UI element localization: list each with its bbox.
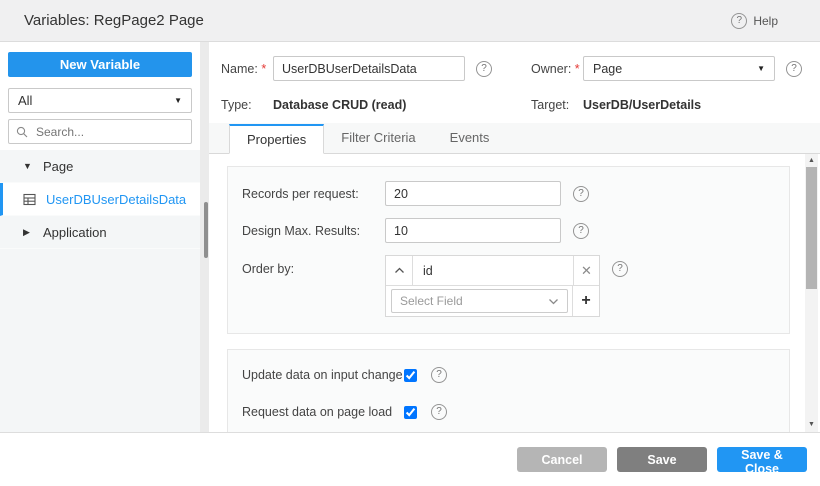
tree-item-variable-selected[interactable]: UserDBUserDetailsData xyxy=(0,183,200,216)
records-help-icon[interactable] xyxy=(573,186,589,202)
owner-value: Page xyxy=(593,62,622,76)
content-scrollbar[interactable]: ▲ ▼ xyxy=(805,154,818,432)
variable-header-form: Name: * Owner: * Page ▼ xyxy=(209,42,820,112)
chevron-down-icon: ▼ xyxy=(757,65,765,73)
name-field-group: Name: * xyxy=(221,56,531,81)
design-max-results-input[interactable] xyxy=(385,218,561,243)
update-on-input-change-label: Update data on input change xyxy=(242,368,404,382)
request-on-page-load-label: Request data on page load xyxy=(242,405,404,419)
variable-detail-panel: Name: * Owner: * Page ▼ xyxy=(209,42,820,432)
add-order-field-button[interactable]: + xyxy=(573,286,599,316)
type-label: Type: xyxy=(221,98,273,112)
tree-item-page[interactable]: ▼ Page xyxy=(0,150,200,183)
order-by-add-row: Select Field + xyxy=(386,285,599,316)
titlebar: Variables: RegPage2 Page Help xyxy=(0,0,820,42)
name-help-icon[interactable] xyxy=(476,61,492,77)
search-input[interactable] xyxy=(34,124,184,140)
required-marker: * xyxy=(575,62,580,76)
name-input[interactable] xyxy=(273,56,465,81)
content-scrollbar-thumb[interactable] xyxy=(806,167,817,289)
help-link[interactable]: Help xyxy=(731,13,778,29)
variable-filter-value: All xyxy=(18,93,32,108)
order-by-field-value: id xyxy=(413,256,573,285)
variables-dialog: Variables: RegPage2 Page Help New Variab… xyxy=(0,0,820,486)
target-field-group: Target: UserDB/UserDetails xyxy=(531,98,820,112)
scroll-up-arrow-icon[interactable]: ▲ xyxy=(805,154,818,166)
save-and-close-button[interactable]: Save & Close xyxy=(717,447,807,472)
scroll-down-arrow-icon[interactable]: ▼ xyxy=(805,418,818,430)
tab-filter-criteria[interactable]: Filter Criteria xyxy=(324,123,432,153)
type-field-group: Type: Database CRUD (read) xyxy=(221,98,531,112)
variables-sidebar: New Variable All ▼ ▼ Page xyxy=(0,42,200,432)
collapsed-triangle-icon[interactable]: ▶ xyxy=(23,228,33,237)
variables-tree: ▼ Page UserDBUserDetailsData ▶ Applicati… xyxy=(0,150,200,432)
design-max-results-label: Design Max. Results: xyxy=(242,224,385,238)
owner-label: Owner: * xyxy=(531,62,583,76)
design-max-results-row: Design Max. Results: xyxy=(242,218,775,243)
owner-dropdown[interactable]: Page ▼ xyxy=(583,56,775,81)
data-settings-group: Records per request: Design Max. Results… xyxy=(227,166,790,334)
records-per-request-row: Records per request: xyxy=(242,181,775,206)
update-on-change-help-icon[interactable] xyxy=(431,367,447,383)
type-value: Database CRUD (read) xyxy=(273,98,406,112)
request-on-load-help-icon[interactable] xyxy=(431,404,447,420)
remove-order-field-button[interactable]: ✕ xyxy=(573,256,599,285)
select-field-placeholder: Select Field xyxy=(400,294,463,308)
order-by-widget: id ✕ Select Field xyxy=(385,255,600,317)
sidebar-scrollbar-thumb[interactable] xyxy=(204,202,208,258)
chevron-down-icon xyxy=(548,298,559,305)
database-variable-icon xyxy=(23,193,36,206)
dialog-footer: Cancel Save Save & Close xyxy=(0,432,820,486)
required-marker: * xyxy=(261,62,266,76)
properties-tab-content: Records per request: Design Max. Results… xyxy=(209,154,820,432)
tree-item-label: UserDBUserDetailsData xyxy=(46,192,186,207)
max-results-help-icon[interactable] xyxy=(573,223,589,239)
sidebar-scrollbar[interactable] xyxy=(200,42,209,432)
sort-direction-toggle[interactable] xyxy=(386,256,413,285)
help-icon xyxy=(731,13,747,29)
order-by-entry: id ✕ xyxy=(386,256,599,285)
chevron-down-icon: ▼ xyxy=(174,97,182,105)
cancel-button[interactable]: Cancel xyxy=(517,447,607,472)
tab-events[interactable]: Events xyxy=(433,123,507,153)
order-by-help-icon[interactable] xyxy=(612,261,628,277)
records-per-request-label: Records per request: xyxy=(242,187,385,201)
update-on-input-change-checkbox[interactable] xyxy=(404,369,417,382)
request-on-page-load-row: Request data on page load xyxy=(242,404,775,420)
tree-item-label: Application xyxy=(43,225,107,240)
order-by-label: Order by: xyxy=(242,255,385,284)
owner-field-group: Owner: * Page ▼ xyxy=(531,56,820,81)
search-icon xyxy=(16,126,28,138)
behavior-settings-group: Update data on input change Request data… xyxy=(227,349,790,432)
expanded-triangle-icon[interactable]: ▼ xyxy=(23,162,33,171)
records-per-request-input[interactable] xyxy=(385,181,561,206)
page-title: Variables: RegPage2 Page xyxy=(24,12,204,29)
detail-tabbar: Properties Filter Criteria Events xyxy=(209,123,820,154)
save-button[interactable]: Save xyxy=(617,447,707,472)
update-on-input-change-row: Update data on input change xyxy=(242,367,775,383)
select-field-dropdown[interactable]: Select Field xyxy=(391,289,568,313)
owner-help-icon[interactable] xyxy=(786,61,802,77)
help-label: Help xyxy=(753,14,778,28)
dialog-body: New Variable All ▼ ▼ Page xyxy=(0,42,820,432)
name-label: Name: * xyxy=(221,62,273,76)
chevron-up-icon xyxy=(394,267,405,274)
order-by-row: Order by: id ✕ xyxy=(242,255,775,317)
request-on-page-load-checkbox[interactable] xyxy=(404,406,417,419)
target-label: Target: xyxy=(531,98,583,112)
variable-search xyxy=(8,119,192,144)
sidebar-controls: New Variable All ▼ xyxy=(0,42,200,150)
tab-properties[interactable]: Properties xyxy=(229,124,324,154)
tree-item-application[interactable]: ▶ Application xyxy=(0,216,200,249)
tree-item-label: Page xyxy=(43,159,73,174)
variable-filter-dropdown[interactable]: All ▼ xyxy=(8,88,192,113)
new-variable-button[interactable]: New Variable xyxy=(8,52,192,77)
select-field-wrap: Select Field xyxy=(386,286,573,316)
target-value: UserDB/UserDetails xyxy=(583,98,701,112)
